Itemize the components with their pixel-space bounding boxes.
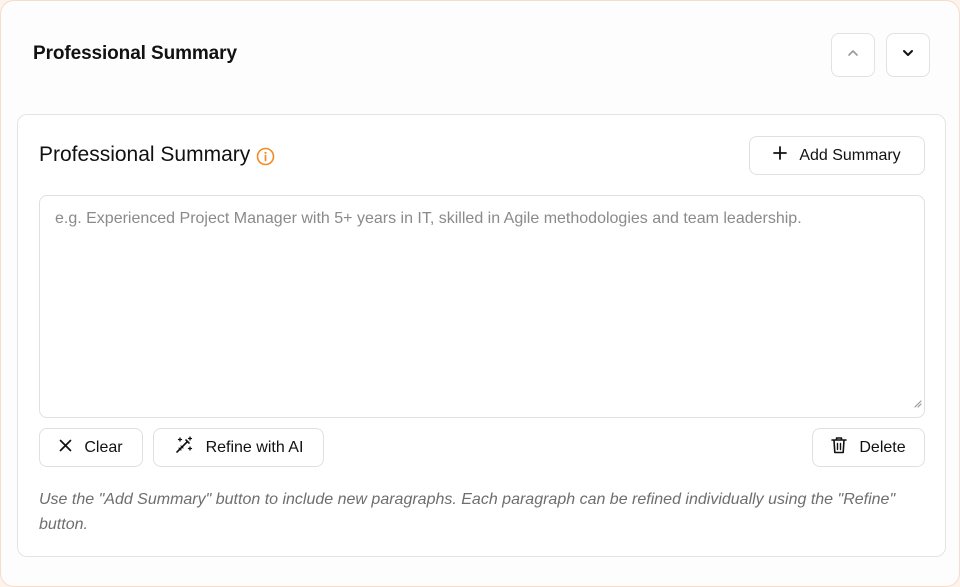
card-title-text: Professional Summary — [39, 143, 251, 166]
add-summary-button[interactable]: Add Summary — [749, 136, 925, 175]
professional-summary-section: Professional Summary Professional Summar… — [0, 0, 960, 587]
chevron-down-icon — [901, 46, 915, 65]
helper-text: Use the "Add Summary" button to include … — [39, 491, 896, 533]
close-icon — [59, 439, 72, 457]
clear-button[interactable]: Clear — [39, 428, 143, 467]
chevron-up-icon — [846, 46, 860, 65]
refine-label: Refine with AI — [205, 438, 304, 456]
section-title: Professional Summary — [33, 43, 237, 64]
delete-label: Delete — [859, 438, 906, 456]
info-icon[interactable] — [256, 147, 275, 166]
magic-wand-icon — [174, 435, 194, 460]
move-down-button[interactable] — [886, 33, 930, 77]
card-title: Professional Summary — [39, 143, 275, 167]
summary-textarea[interactable]: e.g. Experienced Project Manager with 5+… — [39, 195, 925, 418]
summary-placeholder: e.g. Experienced Project Manager with 5+… — [55, 210, 802, 227]
trash-icon — [831, 436, 848, 459]
resize-grip-icon[interactable] — [912, 393, 922, 415]
summary-card: Professional Summary Add Summary e.g. Ex… — [17, 114, 946, 557]
clear-label: Clear — [84, 438, 123, 456]
move-up-button[interactable] — [831, 33, 875, 77]
add-summary-label: Add Summary — [799, 146, 901, 164]
refine-with-ai-button[interactable]: Refine with AI — [153, 428, 324, 467]
plus-icon — [773, 146, 788, 165]
delete-button[interactable]: Delete — [812, 428, 925, 467]
